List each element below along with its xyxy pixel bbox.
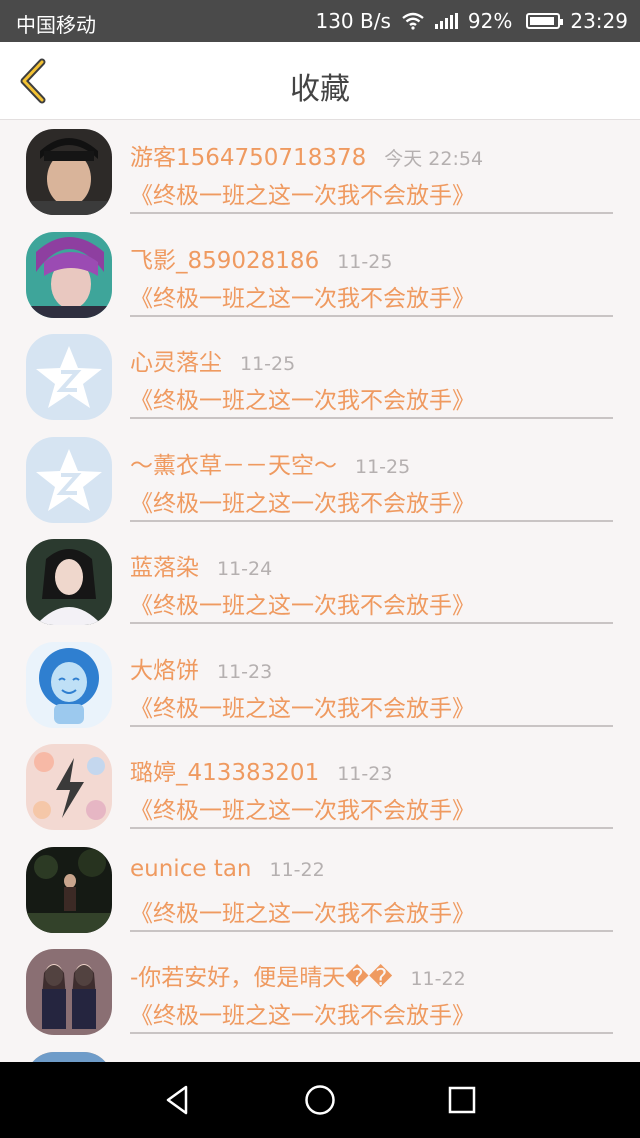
user-name[interactable]: -你若安好，便是晴天�� xyxy=(130,958,392,992)
book-title[interactable]: 《终极一班之这一次我不会放手》 xyxy=(130,894,475,928)
name-line: 蓝落染 11-24 xyxy=(130,548,272,582)
status-bar: 中国移动 130 B/s 92% 23:29 xyxy=(0,0,640,42)
book-title[interactable]: 《终极一班之这一次我不会放手》 xyxy=(130,279,475,313)
favorite-time: 11-25 xyxy=(355,455,411,478)
favorite-time: 11-22 xyxy=(269,858,325,881)
favorite-time: 11-22 xyxy=(410,968,466,990)
name-line: 心灵落尘 11-25 xyxy=(130,343,295,377)
avatar-photo-icon xyxy=(26,129,112,215)
user-avatar[interactable] xyxy=(26,1051,112,1062)
divider xyxy=(130,929,613,932)
book-title[interactable]: 《终极一班之这一次我不会放手》 xyxy=(130,176,475,210)
signal-icon xyxy=(434,13,458,29)
avatar-photo-icon xyxy=(26,949,112,1035)
divider xyxy=(130,212,613,214)
list-item[interactable]: 游客1564750718378 今天 22:54 《终极一班之这一次我不会放手》 xyxy=(0,121,640,224)
user-avatar[interactable] xyxy=(26,334,112,420)
wifi-icon xyxy=(402,12,424,30)
user-avatar[interactable] xyxy=(26,539,112,625)
favorites-list: 游客1564750718378 今天 22:54 《终极一班之这一次我不会放手》… xyxy=(0,121,640,1062)
name-line: 游客1564750718378 今天 22:54 xyxy=(130,138,483,172)
user-avatar[interactable] xyxy=(26,129,112,215)
user-avatar[interactable] xyxy=(26,949,112,1035)
list-item[interactable]: 心灵落尘 11-25 《终极一班之这一次我不会放手》 xyxy=(0,326,640,429)
page-title: 收藏 xyxy=(290,72,350,107)
user-name[interactable]: ～薰衣草－－天空～ xyxy=(130,446,337,480)
default-avatar-icon xyxy=(26,334,112,420)
status-right-group: 130 B/s 92% 23:29 xyxy=(315,9,628,33)
user-avatar[interactable] xyxy=(26,641,112,728)
header: 收藏 xyxy=(0,42,640,120)
carrier-label: 中国移动 xyxy=(16,13,96,37)
name-line: -你若安好，便是晴天�� 11-22 xyxy=(130,958,466,992)
network-speed: 130 B/s xyxy=(315,9,391,33)
list-item[interactable]: 飞影_859028186 11-25 《终极一班之这一次我不会放手》 xyxy=(0,224,640,327)
home-circle-icon[interactable] xyxy=(302,1082,338,1118)
user-avatar[interactable] xyxy=(26,744,112,830)
clock: 23:29 xyxy=(570,9,628,33)
recents-square-icon[interactable] xyxy=(444,1082,480,1118)
list-item[interactable]: -你若安好，便是晴天�� 11-22 《终极一班之这一次我不会放手》 xyxy=(0,941,640,1044)
list-item[interactable]: 璐婷_413383201 11-23 《终极一班之这一次我不会放手》 xyxy=(0,736,640,839)
list-item[interactable]: eunice tan 11-22 《终极一班之这一次我不会放手》 xyxy=(0,839,640,942)
book-title[interactable]: 《终极一班之这一次我不会放手》 xyxy=(130,484,475,518)
name-line: 飞影_859028186 11-25 xyxy=(130,241,392,275)
back-triangle-icon[interactable] xyxy=(160,1082,196,1118)
user-avatar[interactable] xyxy=(26,231,112,318)
user-name[interactable]: 飞影_859028186 xyxy=(130,241,319,275)
divider xyxy=(130,622,613,624)
user-name[interactable]: 心灵落尘 xyxy=(130,343,222,377)
list-item[interactable]: ～薰衣草－－天空～ 11-25 《终极一班之这一次我不会放手》 xyxy=(0,429,640,532)
list-item[interactable]: 大烙饼 11-23 《终极一班之这一次我不会放手》 xyxy=(0,634,640,737)
avatar-illustration-icon xyxy=(26,744,112,830)
avatar-photo-icon xyxy=(26,846,112,933)
navigation-bar xyxy=(0,1062,640,1138)
user-avatar[interactable] xyxy=(26,436,112,523)
avatar-illustration-icon xyxy=(26,641,112,728)
divider xyxy=(130,827,613,829)
book-title[interactable]: 《终极一班之这一次我不会放手》 xyxy=(130,689,475,723)
user-name[interactable]: eunice tan xyxy=(130,856,252,882)
avatar-photo-icon xyxy=(26,1051,112,1062)
battery-icon xyxy=(526,13,564,29)
divider xyxy=(130,724,613,727)
favorite-time: 11-23 xyxy=(337,763,393,785)
list-item[interactable]: 蓝落染 11-24 《终极一班之这一次我不会放手》 xyxy=(0,531,640,634)
name-line: 璐婷_413383201 11-23 xyxy=(130,753,392,787)
favorite-time: 11-25 xyxy=(240,353,296,375)
favorite-time: 11-23 xyxy=(217,660,273,683)
user-name[interactable]: 蓝落染 xyxy=(130,548,199,582)
name-line: ～薰衣草－－天空～ 11-25 xyxy=(130,446,410,480)
divider xyxy=(130,417,613,419)
user-name[interactable]: 大烙饼 xyxy=(130,651,199,685)
avatar-photo-icon xyxy=(26,231,112,318)
name-line: 大烙饼 11-23 xyxy=(130,651,272,685)
favorite-time: 今天 22:54 xyxy=(384,148,484,170)
default-avatar-icon xyxy=(26,436,112,523)
user-avatar[interactable] xyxy=(26,846,112,933)
book-title[interactable]: 《终极一班之这一次我不会放手》 xyxy=(130,996,475,1030)
book-title[interactable]: 《终极一班之这一次我不会放手》 xyxy=(130,586,475,620)
book-title[interactable]: 《终极一班之这一次我不会放手》 xyxy=(130,381,475,415)
battery-percent: 92% xyxy=(467,9,513,33)
user-name[interactable]: 璐婷_413383201 xyxy=(130,753,319,787)
divider xyxy=(130,1032,613,1034)
book-title[interactable]: 《终极一班之这一次我不会放手》 xyxy=(130,791,475,825)
divider xyxy=(130,314,613,317)
name-line: eunice tan 11-22 xyxy=(130,856,325,882)
favorite-time: 11-25 xyxy=(337,250,393,273)
divider xyxy=(130,519,613,522)
list-item-partial[interactable] xyxy=(0,1044,640,1062)
favorite-time: 11-24 xyxy=(217,558,273,580)
avatar-photo-icon xyxy=(26,539,112,625)
user-name[interactable]: 游客1564750718378 xyxy=(130,138,366,172)
